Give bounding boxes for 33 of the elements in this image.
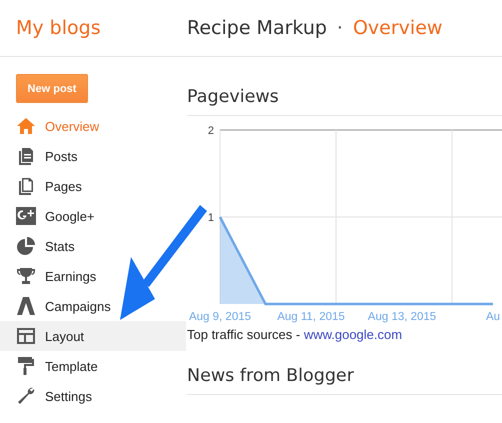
sidebar-item[interactable]: Posts [0, 141, 80, 171]
sidebar-item[interactable]: Earnings [0, 261, 98, 291]
paint-roller-icon [16, 356, 36, 376]
title-separator: · [336, 17, 343, 39]
trophy-icon [16, 266, 36, 286]
document-stack-icon [16, 146, 36, 166]
sidebar-item[interactable]: Google+ [0, 201, 97, 231]
x-tick-label: Aug 9, 2015 [188, 311, 252, 323]
pageviews-chart: 1 2 Aug 9, 2015 Aug 11, 2015 Aug 13, 2015 Au [187, 117, 502, 323]
traffic-source-link[interactable]: www.google.com [304, 327, 402, 342]
sidebar-item[interactable]: Pages [0, 171, 84, 201]
page-title: Overview [352, 17, 442, 39]
sidebar-item[interactable]: Campaigns [0, 291, 113, 321]
section-heading: News from Blogger [187, 366, 502, 395]
section-heading: Pageviews [187, 87, 502, 116]
x-tick-label: Aug 13, 2015 [368, 311, 436, 323]
pie-chart-icon [16, 236, 36, 256]
layout-icon [16, 326, 36, 346]
sidebar-item[interactable]: Settings [0, 381, 94, 411]
sidebar-item[interactable]: Template [0, 351, 100, 381]
wrench-icon [16, 386, 36, 406]
x-tick-label: Aug 11, 2015 [277, 311, 345, 323]
pages-icon [16, 176, 36, 196]
y-tick-label: 2 [208, 125, 214, 137]
sidebar-item[interactable]: Stats [0, 231, 77, 261]
google-plus-icon [16, 206, 36, 226]
home-icon [16, 116, 36, 136]
x-tick-label: Au [486, 311, 500, 323]
chevron-a-icon [16, 296, 36, 316]
traffic-sources-text: Top traffic sources - www.google.com [187, 327, 404, 342]
y-tick-label: 1 [208, 212, 214, 224]
sidebar-item[interactable]: Layout [0, 321, 186, 351]
blog-title: Recipe Markup [187, 17, 327, 39]
